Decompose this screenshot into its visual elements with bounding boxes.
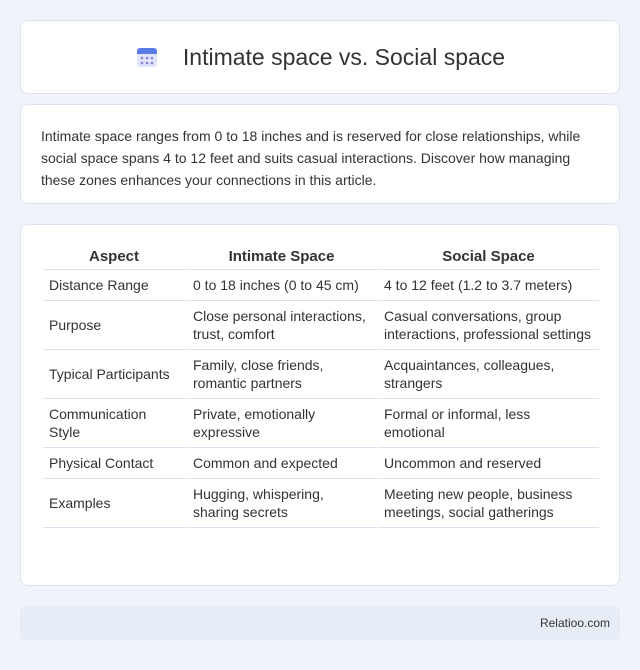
table-cell: Uncommon and reserved — [376, 448, 599, 479]
comparison-card: Aspect Intimate Space Social Space Dista… — [20, 224, 620, 586]
page-title: Intimate space vs. Social space — [182, 43, 506, 70]
table-cell: Common and expected — [185, 448, 376, 479]
table-cell: Meeting new people, business meetings, s… — [376, 479, 599, 528]
table-cell: Acquaintances, colleagues, strangers — [376, 350, 599, 399]
table-cell: Casual conversations, group interactions… — [376, 301, 599, 350]
table-row: Physical Contact Common and expected Unc… — [43, 448, 599, 479]
table-cell: Purpose — [43, 301, 185, 350]
table-header-row: Aspect Intimate Space Social Space — [43, 243, 599, 270]
title-card: Intimate space vs. Social space — [20, 20, 620, 94]
table-cell: Hugging, whispering, sharing secrets — [185, 479, 376, 528]
table-row: Typical Participants Family, close frien… — [43, 350, 599, 399]
column-header: Social Space — [376, 243, 599, 270]
table-cell: Family, close friends, romantic partners — [185, 350, 376, 399]
calendar-icon — [136, 48, 157, 67]
intro-text: Intimate space ranges from 0 to 18 inche… — [41, 128, 581, 188]
table-cell: Distance Range — [43, 270, 185, 301]
intro-card: Intimate space ranges from 0 to 18 inche… — [20, 104, 620, 204]
footer: Relatioo.com — [20, 606, 620, 640]
column-header: Aspect — [43, 243, 185, 270]
table-row: Distance Range 0 to 18 inches (0 to 45 c… — [43, 270, 599, 301]
table-cell: 4 to 12 feet (1.2 to 3.7 meters) — [376, 270, 599, 301]
footer-brand: Relatioo.com — [539, 616, 610, 630]
column-header: Intimate Space — [185, 243, 376, 270]
table-cell: Close personal interactions, trust, comf… — [185, 301, 376, 350]
table-row: Purpose Close personal interactions, tru… — [43, 301, 599, 350]
table-cell: 0 to 18 inches (0 to 45 cm) — [185, 270, 376, 301]
table-cell: Communication Style — [43, 399, 185, 448]
table-row: Examples Hugging, whispering, sharing se… — [43, 479, 599, 528]
table-row: Communication Style Private, emotionally… — [43, 399, 599, 448]
table-cell: Examples — [43, 479, 185, 528]
table-cell: Typical Participants — [43, 350, 185, 399]
table-cell: Private, emotionally expressive — [185, 399, 376, 448]
comparison-table: Aspect Intimate Space Social Space Dista… — [43, 243, 599, 528]
table-cell: Formal or informal, less emotional — [376, 399, 599, 448]
table-cell: Physical Contact — [43, 448, 185, 479]
